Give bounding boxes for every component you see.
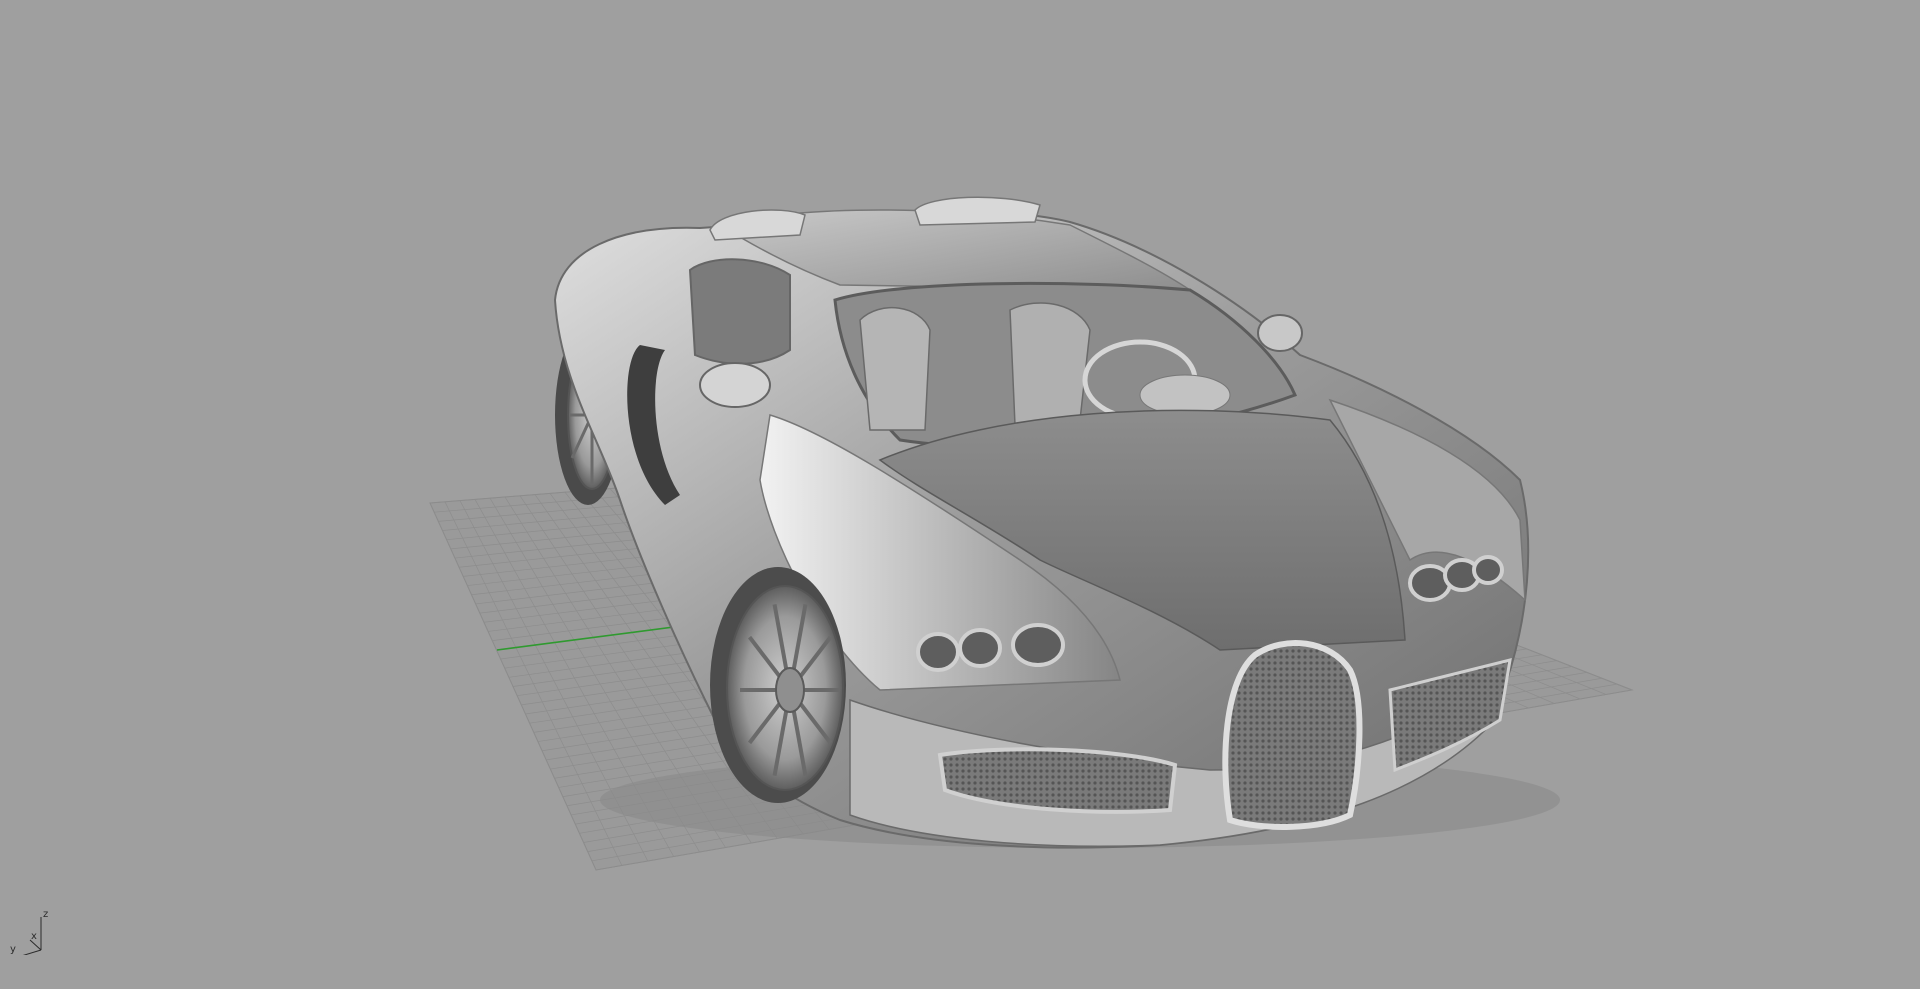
- interior-seat-left: [859, 306, 931, 431]
- viewport-scene[interactable]: [0, 0, 1920, 989]
- interior-seat-right: [1009, 302, 1091, 426]
- side-mirror-left: [699, 362, 771, 408]
- axis-label-z: z: [43, 909, 49, 920]
- horseshoe-grille: [1222, 640, 1363, 830]
- perspective-viewport[interactable]: z x y: [0, 0, 1920, 989]
- roof-scoop-left: [709, 209, 806, 241]
- axis-label-x: x: [31, 931, 37, 942]
- side-window: [688, 258, 791, 365]
- axis-label-y: y: [10, 944, 16, 955]
- front-wheel: [710, 567, 846, 803]
- axis-orientation-widget: z x y: [8, 905, 58, 958]
- roof-scoop-right: [914, 196, 1041, 226]
- side-mirror-right: [1257, 314, 1303, 352]
